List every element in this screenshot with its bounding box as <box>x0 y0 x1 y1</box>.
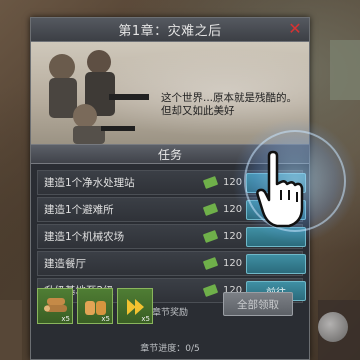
task-list: 建造1个净水处理站 120 建造1个避难所 120 建造1个机械农场 120 建… <box>31 164 309 303</box>
task-name: 建造1个机械农场 <box>44 231 125 243</box>
background-building <box>330 40 360 100</box>
dialog-titlebar: 第1章：灾难之后 ✕ <box>31 18 309 42</box>
task-reward-amount: 120 <box>223 177 243 188</box>
story-dialogue: 这个世界...原本就是残酷的。 但却又如此美好 <box>161 92 301 118</box>
task-row: 建造1个净水处理站 120 <box>37 170 306 195</box>
chapter-dialog: 第1章：灾难之后 ✕ 这个世界...原本就是残酷的。 但却又如此美好 任务 建造… <box>30 17 310 360</box>
reward-count: x5 <box>101 315 110 323</box>
cash-icon <box>203 257 218 270</box>
task-action-button[interactable] <box>246 173 306 193</box>
chapter-rewards: x5 x5 x5 全部领取 <box>37 288 305 328</box>
task-row: 建造1个避难所 120 <box>37 197 306 222</box>
reward-count: x5 <box>141 315 150 323</box>
reward-item-bread[interactable]: x5 <box>77 288 113 324</box>
cash-icon <box>203 176 218 189</box>
task-name: 建造1个避难所 <box>44 204 114 216</box>
close-icon[interactable]: ✕ <box>286 20 304 38</box>
cash-icon <box>203 203 218 216</box>
task-name: 建造餐厅 <box>44 258 86 270</box>
task-row: 建造餐厅 120 <box>37 251 306 276</box>
task-reward-amount: 120 <box>223 204 243 215</box>
dialogue-line: 但却又如此美好 <box>161 105 235 117</box>
tasks-header: 任务 <box>31 144 309 164</box>
dialog-title: 第1章：灾难之后 <box>118 24 222 39</box>
survivor-characters-art <box>49 50 149 144</box>
task-action-button[interactable] <box>246 254 306 274</box>
task-action-button[interactable] <box>246 200 306 220</box>
task-row: 建造1个机械农场 120 <box>37 224 306 249</box>
map-token-icon <box>318 312 348 342</box>
claim-all-button[interactable]: 全部领取 <box>223 292 293 316</box>
reward-item-wood[interactable]: x5 <box>37 288 73 324</box>
task-name: 建造1个净水处理站 <box>44 177 135 189</box>
chapter-progress: 章节进度：0/5 <box>140 344 200 354</box>
background-building <box>0 300 22 360</box>
cash-icon <box>203 230 218 243</box>
dialogue-line: 这个世界...原本就是残酷的。 <box>161 92 298 104</box>
task-reward-amount: 120 <box>223 258 243 269</box>
task-action-button[interactable] <box>246 227 306 247</box>
story-banner: 这个世界...原本就是残酷的。 但却又如此美好 <box>31 42 309 144</box>
task-reward-amount: 120 <box>223 231 243 242</box>
reward-count: x5 <box>61 315 70 323</box>
reward-item-speedup[interactable]: x5 <box>117 288 153 324</box>
